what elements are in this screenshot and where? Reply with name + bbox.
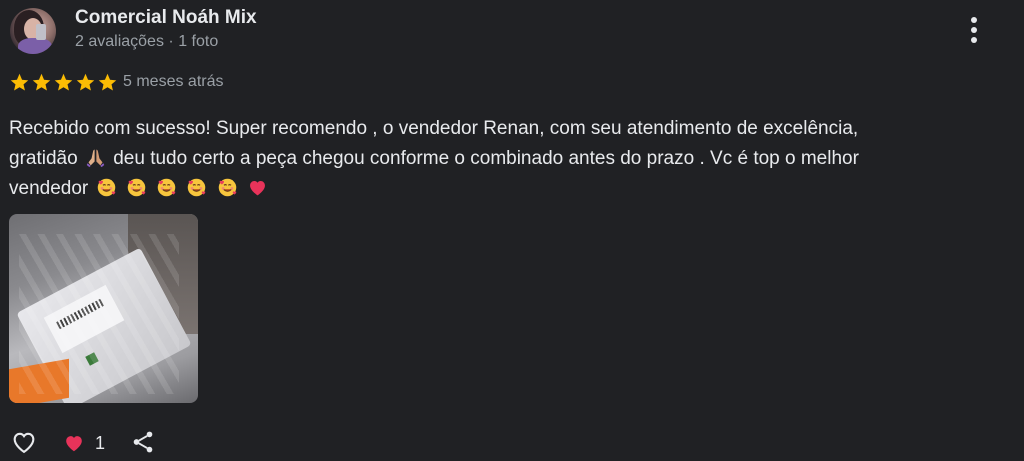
star-rating [9, 72, 118, 94]
review-photo[interactable] [9, 214, 198, 403]
smiling-face-with-hearts-emoji-icon [157, 178, 176, 197]
more-options-button[interactable] [962, 16, 986, 46]
reaction-count: 1 [95, 432, 106, 453]
meta-separator: · [168, 33, 174, 50]
heart-icon [66, 436, 82, 452]
smiling-face-with-hearts-emoji-icon [127, 178, 146, 197]
star-icon [54, 73, 73, 91]
photos-count: 1 foto [178, 33, 219, 50]
review-line: vendedor [9, 174, 1009, 204]
heart-emoji-icon [249, 180, 265, 196]
reviewer-meta: 2 avaliações · 1 foto [75, 33, 218, 51]
smiling-face-with-hearts-emoji-icon [188, 178, 206, 197]
share-button[interactable] [130, 428, 156, 456]
review-segment: gratidão [9, 148, 78, 169]
folded-hands-emoji-icon [86, 149, 105, 168]
reviewer-name[interactable]: Comercial Noáh Mix [75, 7, 257, 29]
review-text: Recebido com sucesso! Super recomendo , … [9, 114, 1009, 204]
review-segment: deu tudo certo a peça chegou conforme o … [113, 148, 859, 169]
share-icon [133, 431, 153, 453]
review-time: 5 meses atrás [123, 73, 224, 90]
review-line: gratidão deu tudo certo a peça chegou co… [9, 144, 1009, 174]
star-icon [98, 73, 117, 91]
star-icon [76, 73, 95, 91]
review-segment: vendedor [9, 178, 89, 199]
star-icon [10, 73, 29, 91]
review-line: Recebido com sucesso! Super recomendo , … [9, 118, 859, 139]
reactions-button[interactable]: 1 [63, 430, 105, 456]
smiling-face-with-hearts-emoji-icon [97, 178, 115, 197]
heart-outline-icon [13, 432, 35, 454]
smiling-face-with-hearts-emoji-icon [218, 178, 236, 197]
like-button[interactable] [9, 428, 39, 456]
avatar[interactable] [10, 8, 56, 54]
reviews-count: 2 avaliações [75, 33, 164, 50]
star-icon [32, 73, 51, 91]
